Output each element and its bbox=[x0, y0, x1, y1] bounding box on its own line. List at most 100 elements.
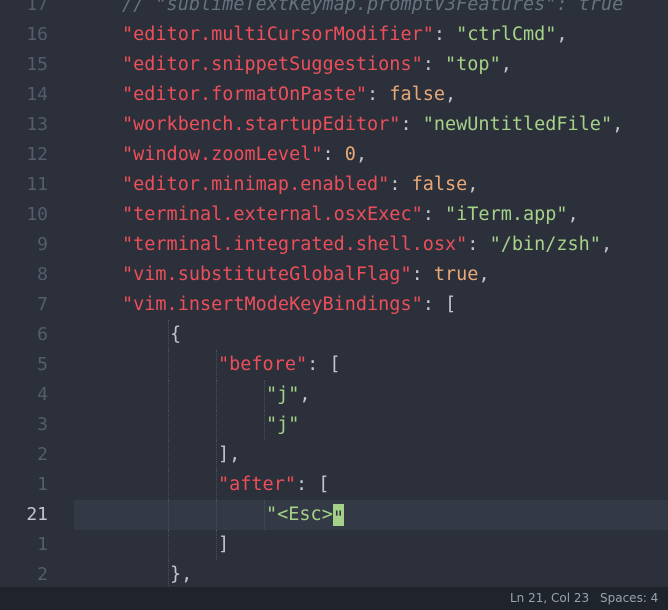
code-line-content: ] bbox=[218, 530, 229, 560]
indent-guide bbox=[168, 500, 169, 530]
indent-guide bbox=[216, 470, 217, 500]
syntax-token: , bbox=[500, 54, 512, 75]
code-line-content: "terminal.integrated.shell.osx": "/bin/z… bbox=[122, 230, 612, 260]
line-number: 3 bbox=[37, 414, 48, 435]
syntax-token: "top" bbox=[445, 54, 501, 75]
code-line-content: "before": [ bbox=[218, 350, 341, 380]
syntax-token: : bbox=[411, 264, 434, 285]
syntax-token: "editor.multiCursorModifier" bbox=[122, 24, 434, 45]
code-line[interactable]: "vim.insertModeKeyBindings": [ bbox=[74, 290, 668, 320]
code-line[interactable]: "editor.snippetSuggestions": "top", bbox=[74, 50, 668, 80]
indent-guide bbox=[168, 560, 169, 587]
indent-guide bbox=[168, 410, 169, 440]
code-line[interactable]: ], bbox=[74, 440, 668, 470]
syntax-token: : bbox=[467, 234, 490, 255]
syntax-token: "terminal.integrated.shell.osx" bbox=[122, 234, 468, 255]
syntax-token: "window.zoomLevel" bbox=[122, 144, 323, 165]
code-editor[interactable]: 17 16 15 14 13 12 11 10 9 8 7 6 5 4 3 2 1 21 1 2 // "sublim… bbox=[0, 0, 668, 610]
line-number: 1 bbox=[37, 474, 48, 495]
line-number: 4 bbox=[37, 384, 48, 405]
syntax-token: "ctrlCmd" bbox=[456, 24, 557, 45]
syntax-token: , bbox=[299, 384, 311, 405]
indent-guide bbox=[264, 380, 265, 410]
code-line-content: "terminal.external.osxExec": "iTerm.app"… bbox=[122, 200, 579, 230]
code-line[interactable]: "workbench.startupEditor": "newUntitledF… bbox=[74, 110, 668, 140]
syntax-token: }, bbox=[170, 564, 193, 585]
syntax-token: : bbox=[422, 54, 446, 75]
indent-guide bbox=[216, 530, 217, 560]
syntax-token: "j" bbox=[266, 414, 300, 435]
indent-guide bbox=[168, 530, 169, 560]
line-number: 14 bbox=[26, 84, 48, 105]
syntax-token: "terminal.external.osxExec" bbox=[122, 204, 423, 225]
code-line-content: "j" bbox=[266, 410, 299, 440]
code-line-content: "j", bbox=[266, 380, 311, 410]
syntax-token: : bbox=[367, 84, 390, 105]
code-line-content: "<Esc>" bbox=[266, 500, 344, 530]
syntax-token: , bbox=[355, 144, 368, 165]
code-line[interactable]: "j" bbox=[74, 410, 668, 440]
syntax-token: , bbox=[567, 204, 579, 225]
code-line-content: "window.zoomLevel": 0, bbox=[122, 140, 367, 170]
indent-guide bbox=[216, 380, 217, 410]
syntax-token: "iTerm.app" bbox=[445, 204, 568, 225]
line-number: 5 bbox=[37, 354, 48, 375]
active-code-line[interactable]: "<Esc>" bbox=[74, 500, 668, 530]
code-line[interactable]: "editor.multiCursorModifier": "ctrlCmd", bbox=[74, 20, 668, 50]
syntax-token: "editor.snippetSuggestions" bbox=[122, 54, 423, 75]
code-line-content: "vim.substituteGlobalFlag": true, bbox=[122, 260, 490, 290]
syntax-token: : bbox=[322, 144, 345, 165]
code-line[interactable]: "after": [ bbox=[74, 470, 668, 500]
syntax-token: : [ bbox=[422, 294, 457, 315]
code-line[interactable]: "vim.substituteGlobalFlag": true, bbox=[74, 260, 668, 290]
code-line[interactable]: "editor.formatOnPaste": false, bbox=[74, 80, 668, 110]
code-line-content: "vim.insertModeKeyBindings": [ bbox=[122, 290, 456, 320]
line-number: 11 bbox=[26, 174, 48, 195]
code-line-content: }, bbox=[170, 560, 192, 587]
code-line-content: ], bbox=[218, 440, 240, 470]
line-number: 16 bbox=[26, 24, 48, 45]
line-number: 10 bbox=[26, 204, 48, 225]
line-number: 2 bbox=[37, 444, 48, 465]
code-line-content: "editor.minimap.enabled": false, bbox=[122, 170, 478, 200]
code-line[interactable]: }, bbox=[74, 560, 668, 587]
code-line[interactable]: "before": [ bbox=[74, 350, 668, 380]
code-line-content: "after": [ bbox=[218, 470, 329, 500]
code-line[interactable]: "terminal.integrated.shell.osx": "/bin/z… bbox=[74, 230, 668, 260]
syntax-token: "editor.formatOnPaste" bbox=[122, 84, 368, 105]
syntax-token: , bbox=[467, 174, 479, 195]
indent-guide bbox=[168, 320, 169, 350]
syntax-token: "editor.minimap.enabled" bbox=[122, 174, 390, 195]
code-line-content: // "sublimeTextKeymap.promptV3Features":… bbox=[122, 0, 623, 20]
indent-guide bbox=[216, 440, 217, 470]
code-line[interactable]: "terminal.external.osxExec": "iTerm.app"… bbox=[74, 200, 668, 230]
indentation-status[interactable]: Spaces: 4 bbox=[600, 587, 658, 610]
syntax-token: "<Esc> bbox=[266, 504, 333, 525]
code-line-content: "editor.formatOnPaste": false, bbox=[122, 80, 456, 110]
line-number: 9 bbox=[37, 234, 48, 255]
line-number: 13 bbox=[26, 114, 48, 135]
line-number: 21 bbox=[26, 504, 48, 525]
code-line[interactable]: "editor.minimap.enabled": false, bbox=[74, 170, 668, 200]
syntax-token: , bbox=[612, 114, 624, 135]
code-line-content: "editor.snippetSuggestions": "top", bbox=[122, 50, 512, 80]
syntax-token: , bbox=[478, 264, 490, 285]
syntax-token: : bbox=[422, 204, 446, 225]
syntax-token: : [ bbox=[307, 354, 341, 375]
syntax-token: "newUntitledFile" bbox=[422, 114, 613, 135]
line-number: 17 bbox=[26, 0, 48, 15]
syntax-token: ], bbox=[218, 444, 241, 465]
code-line[interactable]: "window.zoomLevel": 0, bbox=[74, 140, 668, 170]
code-line-content: "workbench.startupEditor": "newUntitledF… bbox=[122, 110, 623, 140]
code-line[interactable]: // "sublimeTextKeymap.promptV3Features":… bbox=[74, 0, 668, 20]
syntax-token: 0 bbox=[344, 144, 356, 165]
syntax-token: : [ bbox=[295, 474, 330, 495]
syntax-token: "workbench.startupEditor" bbox=[122, 114, 401, 135]
code-line[interactable]: ] bbox=[74, 530, 668, 560]
code-area[interactable]: // "sublimeTextKeymap.promptV3Features":… bbox=[74, 0, 668, 587]
code-line[interactable]: "j", bbox=[74, 380, 668, 410]
code-line[interactable]: { bbox=[74, 320, 668, 350]
syntax-token: ] bbox=[218, 534, 230, 555]
cursor-position-status[interactable]: Ln 21, Col 23 bbox=[510, 587, 589, 610]
syntax-token: "/bin/zsh" bbox=[489, 234, 601, 255]
